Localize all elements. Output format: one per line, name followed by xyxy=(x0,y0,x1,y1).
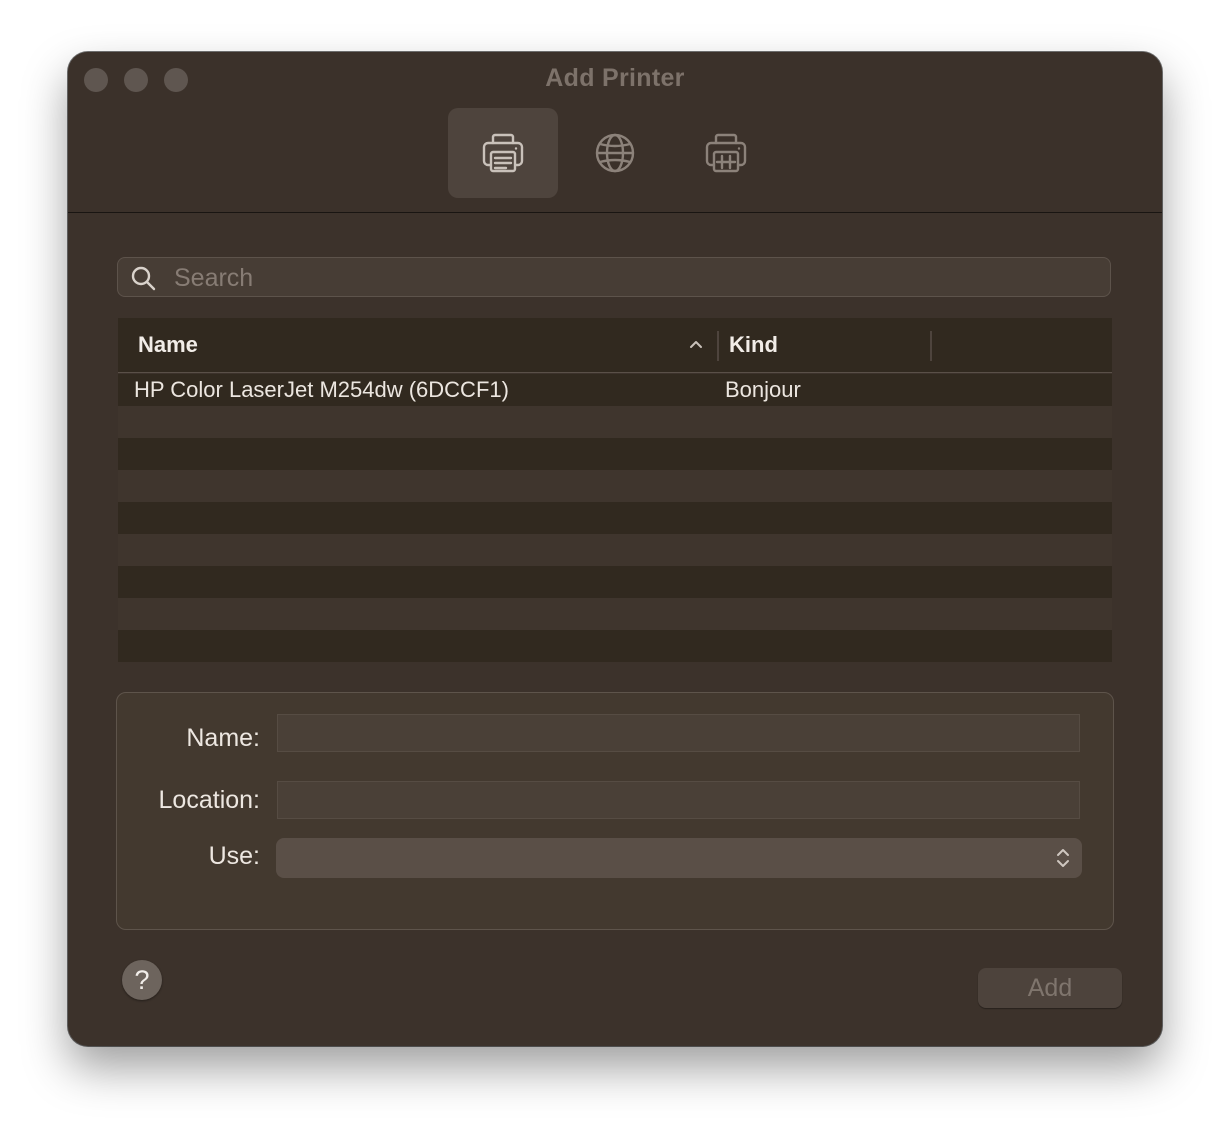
column-header-name[interactable]: Name xyxy=(138,332,198,358)
location-field[interactable] xyxy=(277,781,1080,819)
chevron-up-down-icon xyxy=(1057,849,1069,867)
empty-row xyxy=(118,534,1112,566)
titlebar-divider xyxy=(68,212,1162,213)
table-header: Name Kind xyxy=(118,318,1112,373)
empty-row xyxy=(118,630,1112,662)
use-popup[interactable] xyxy=(276,838,1082,878)
printer-kind-cell: Bonjour xyxy=(725,377,801,402)
empty-row xyxy=(118,502,1112,534)
column-separator[interactable] xyxy=(930,331,932,361)
sort-ascending-icon xyxy=(690,341,702,348)
search-field[interactable] xyxy=(117,257,1111,298)
table-body: HP Color LaserJet M254dw (6DCCF1) Bonjou… xyxy=(118,374,1112,662)
printer-icon xyxy=(482,133,524,173)
printer-details-group: Name: Location: Use: xyxy=(116,692,1114,930)
printer-grid-icon xyxy=(705,133,747,173)
add-printer-window: Add Printer Search Name Kind HP Color La… xyxy=(68,52,1162,1046)
add-button[interactable]: Add xyxy=(978,968,1122,1008)
toolbar-default-button[interactable] xyxy=(448,108,558,198)
globe-icon xyxy=(595,133,635,173)
printer-table: Name Kind HP Color LaserJet M254dw (6DCC… xyxy=(118,318,1112,662)
titlebar: Add Printer xyxy=(68,52,1162,212)
column-header-kind[interactable]: Kind xyxy=(729,332,778,358)
search-input[interactable] xyxy=(172,258,1096,298)
name-field[interactable] xyxy=(277,714,1080,752)
empty-row xyxy=(118,470,1112,502)
empty-row xyxy=(118,438,1112,470)
printer-name-cell: HP Color LaserJet M254dw (6DCCF1) xyxy=(134,377,509,402)
name-label: Name: xyxy=(186,724,260,752)
toolbar-windows-button[interactable] xyxy=(671,108,781,198)
window-title: Add Printer xyxy=(545,64,685,92)
column-separator[interactable] xyxy=(717,331,719,361)
empty-row xyxy=(118,598,1112,630)
table-row[interactable]: HP Color LaserJet M254dw (6DCCF1) Bonjou… xyxy=(118,374,1112,406)
empty-row xyxy=(118,406,1112,438)
empty-row xyxy=(118,566,1112,598)
help-button[interactable]: ? xyxy=(122,960,162,1000)
toolbar-ip-button[interactable] xyxy=(560,108,670,198)
search-icon xyxy=(131,266,156,291)
location-label: Location: xyxy=(158,786,260,814)
use-label: Use: xyxy=(208,842,260,870)
